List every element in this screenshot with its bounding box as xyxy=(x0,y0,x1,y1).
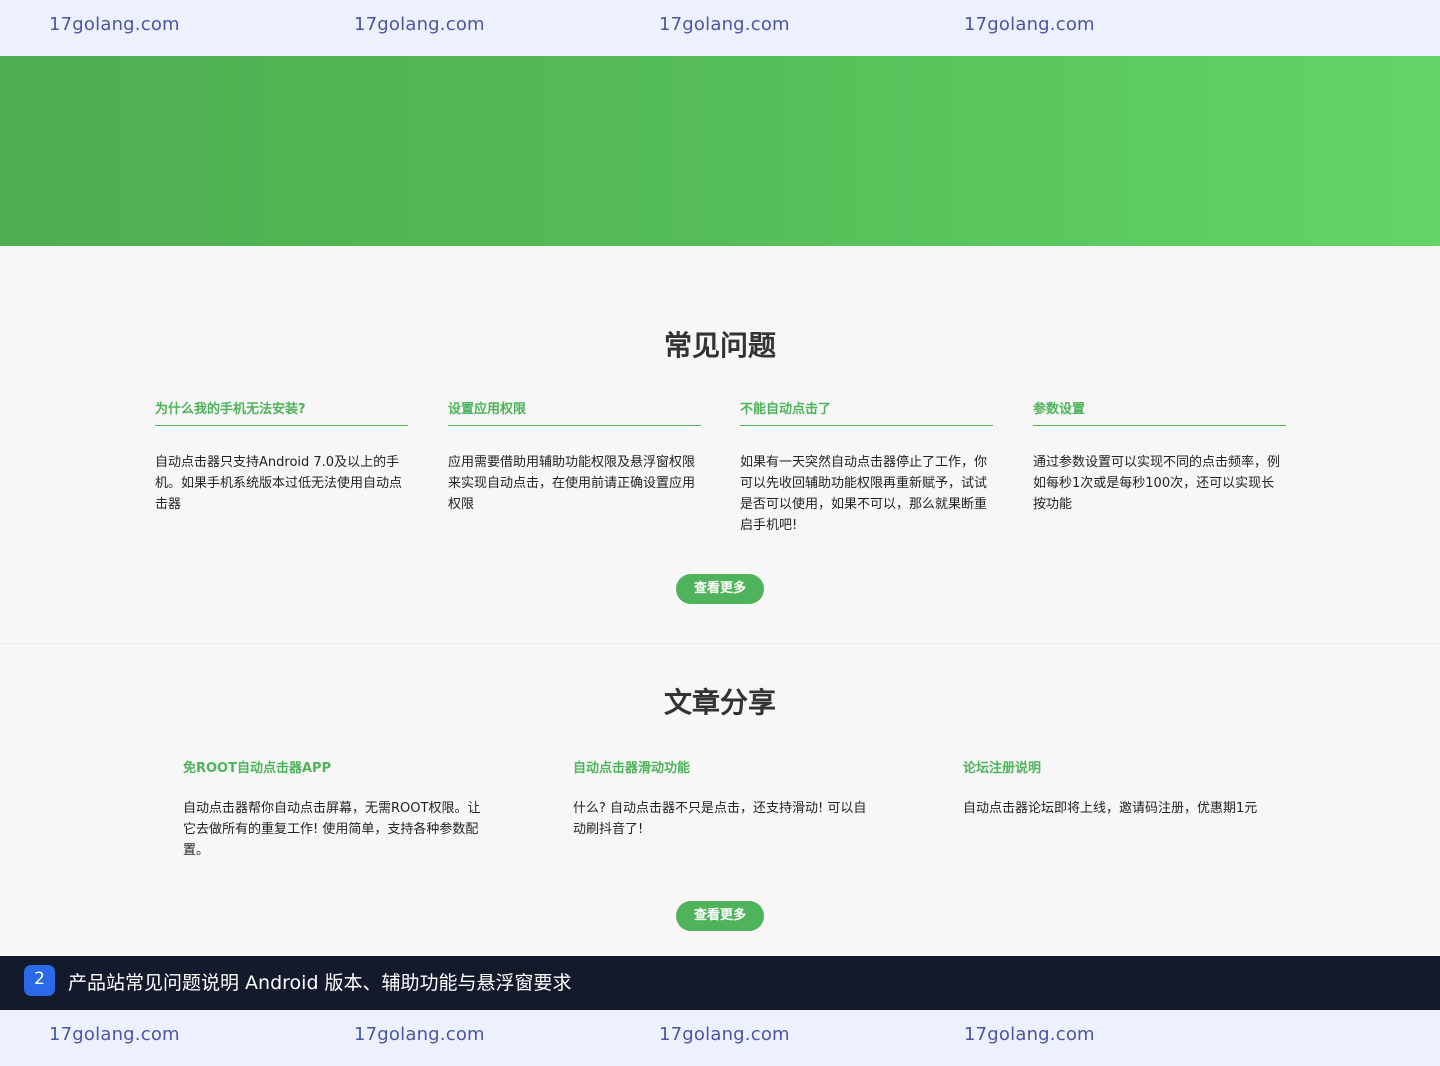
hero-banner xyxy=(0,56,1440,246)
watermark-text: 17golang.com xyxy=(659,1024,790,1045)
article-desc: 自动点击器论坛即将上线，邀请码注册，优惠期1元 xyxy=(963,801,1258,816)
article-item: 自动点击器滑动功能 什么? 自动点击器不只是点击，还支持滑动! 可以自动刷抖音了… xyxy=(573,757,873,840)
watermark-text: 17golang.com xyxy=(49,1024,180,1045)
faq-item: 不能自动点击了 如果有一天突然自动点击器停止了工作，你可以先收回辅助功能权限再重… xyxy=(740,398,993,536)
articles-more-button[interactable]: 查看更多 xyxy=(676,901,764,931)
article-item: 免ROOT自动点击器APP 自动点击器帮你自动点击屏幕，无需ROOT权限。让它去… xyxy=(183,757,483,861)
watermark-text: 17golang.com xyxy=(354,1024,485,1045)
faq-answer: 自动点击器只支持Android 7.0及以上的手机。如果手机系统版本过低无法使用… xyxy=(155,455,403,512)
article-title-link[interactable]: 自动点击器滑动功能 xyxy=(573,757,873,776)
faq-item: 设置应用权限 应用需要借助用辅助功能权限及悬浮窗权限来实现自动点击，在使用前请正… xyxy=(448,398,701,515)
watermark-text: 17golang.com xyxy=(354,14,485,35)
article-title-link[interactable]: 免ROOT自动点击器APP xyxy=(183,757,483,776)
watermark-bar-bottom: 17golang.com 17golang.com 17golang.com 1… xyxy=(0,1010,1440,1066)
faq-question[interactable]: 设置应用权限 xyxy=(448,398,701,426)
faq-answer: 应用需要借助用辅助功能权限及悬浮窗权限来实现自动点击，在使用前请正确设置应用权限 xyxy=(448,455,696,512)
caption-text: 产品站常见问题说明 Android 版本、辅助功能与悬浮窗要求 xyxy=(68,972,572,994)
articles-title: 文章分享 xyxy=(663,686,776,719)
watermark-text: 17golang.com xyxy=(964,1024,1095,1045)
faq-answer: 通过参数设置可以实现不同的点击频率，例如每秒1次或是每秒100次，还可以实现长按… xyxy=(1033,455,1281,512)
faq-title: 常见问题 xyxy=(663,329,776,362)
caption-step-badge: 2 xyxy=(24,965,55,996)
watermark-text: 17golang.com xyxy=(659,14,790,35)
faq-question[interactable]: 参数设置 xyxy=(1033,398,1286,426)
caption-bar: 2 产品站常见问题说明 Android 版本、辅助功能与悬浮窗要求 xyxy=(0,956,1440,1010)
article-desc: 自动点击器帮你自动点击屏幕，无需ROOT权限。让它去做所有的重复工作! 使用简单… xyxy=(183,801,481,858)
watermark-text: 17golang.com xyxy=(964,14,1095,35)
article-item: 论坛注册说明 自动点击器论坛即将上线，邀请码注册，优惠期1元 xyxy=(963,757,1263,819)
faq-question[interactable]: 不能自动点击了 xyxy=(740,398,993,426)
article-title-link[interactable]: 论坛注册说明 xyxy=(963,757,1263,776)
faq-more-button[interactable]: 查看更多 xyxy=(676,574,764,604)
faq-item: 为什么我的手机无法安装? 自动点击器只支持Android 7.0及以上的手机。如… xyxy=(155,398,408,515)
faq-section: 常见问题 为什么我的手机无法安装? 自动点击器只支持Android 7.0及以上… xyxy=(0,246,1440,644)
articles-section: 文章分享 免ROOT自动点击器APP 自动点击器帮你自动点击屏幕，无需ROOT权… xyxy=(0,645,1440,956)
faq-item: 参数设置 通过参数设置可以实现不同的点击频率，例如每秒1次或是每秒100次，还可… xyxy=(1033,398,1286,515)
faq-answer: 如果有一天突然自动点击器停止了工作，你可以先收回辅助功能权限再重新赋予，试试是否… xyxy=(740,455,988,533)
watermark-bar-top: 17golang.com 17golang.com 17golang.com 1… xyxy=(0,0,1440,56)
faq-question[interactable]: 为什么我的手机无法安装? xyxy=(155,398,408,426)
article-desc: 什么? 自动点击器不只是点击，还支持滑动! 可以自动刷抖音了! xyxy=(573,801,867,837)
watermark-text: 17golang.com xyxy=(49,14,180,35)
